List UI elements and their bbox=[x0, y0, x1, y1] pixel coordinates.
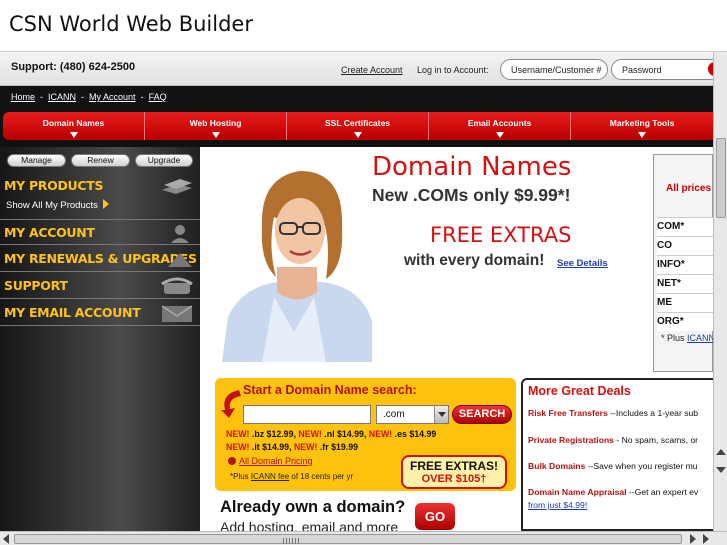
price-row: COM* bbox=[657, 217, 714, 236]
chevron-down-icon bbox=[638, 132, 647, 138]
home-link[interactable]: Home bbox=[11, 92, 35, 102]
chevron-down-icon bbox=[69, 132, 78, 138]
free-extras-badge[interactable]: FREE EXTRAS! OVER $105† bbox=[401, 455, 507, 489]
free-extras-title: FREE EXTRAS bbox=[430, 223, 572, 247]
deal-item[interactable]: Domain Name Appraisal --Get an expert ev bbox=[528, 487, 698, 497]
tld-select[interactable]: .com bbox=[376, 405, 449, 424]
tab-ssl-certificates[interactable]: SSL Certificates bbox=[287, 112, 430, 140]
password-input[interactable]: Password bbox=[611, 59, 721, 80]
chevron-down-icon bbox=[353, 132, 362, 138]
icann-fee-link[interactable]: ICANN fee bbox=[251, 472, 289, 481]
horizontal-scrollbar[interactable] bbox=[0, 531, 727, 545]
arrow-right-icon bbox=[102, 199, 109, 209]
sidebar-item-email[interactable]: MY EMAIL ACCOUNT bbox=[0, 300, 200, 326]
scroll-up-icon[interactable] bbox=[716, 449, 726, 455]
main-nav-tabs: Domain Names Web Hosting SSL Certificate… bbox=[3, 112, 713, 140]
icann-fee-note: *Plus ICANN fee of 18 cents per yr bbox=[230, 472, 354, 481]
sidebar-item-support[interactable]: SUPPORT bbox=[0, 273, 200, 299]
free-extras-subtitle: with every domain! bbox=[404, 252, 545, 269]
support-phone: Support: (480) 624-2500 bbox=[11, 61, 136, 73]
woman-photo bbox=[222, 171, 372, 362]
scroll-down-icon[interactable] bbox=[716, 467, 726, 473]
faq-link[interactable]: FAQ bbox=[149, 92, 167, 102]
renew-icon bbox=[168, 253, 192, 267]
server-icon bbox=[162, 179, 192, 194]
domain-search-box: Start a Domain Name search: .com SEARCH … bbox=[215, 378, 516, 491]
price-row: NET* bbox=[657, 274, 714, 293]
icann-link[interactable]: ICANN bbox=[48, 92, 76, 102]
vertical-scroll-thumb[interactable] bbox=[716, 138, 726, 218]
tld-promo-line: NEW! .it $14.99, NEW! .fr $19.99 bbox=[226, 442, 358, 452]
title-bar: CSN World Web Builder bbox=[0, 0, 727, 52]
browser-window: CSN World Web Builder Support: (480) 624… bbox=[0, 0, 727, 545]
tab-domain-names[interactable]: Domain Names bbox=[3, 112, 146, 140]
hero-subtitle: New .COMs only $9.99*! bbox=[372, 185, 571, 205]
chevron-down-icon bbox=[495, 132, 504, 138]
top-links: Home - ICANN - My Account - FAQ bbox=[11, 92, 167, 102]
renew-button[interactable]: Renew bbox=[71, 154, 130, 167]
curved-arrow-icon bbox=[221, 390, 241, 418]
vertical-scrollbar[interactable] bbox=[713, 52, 727, 531]
go-button[interactable]: GO bbox=[415, 503, 455, 530]
show-all-products-link[interactable]: Show All My Products bbox=[6, 199, 109, 211]
price-row: ME bbox=[657, 293, 714, 312]
all-domain-pricing-link[interactable]: All Domain Pricing bbox=[228, 456, 313, 466]
scroll-left-icon[interactable] bbox=[3, 534, 9, 544]
scroll-right-icon[interactable] bbox=[690, 534, 696, 544]
see-details-link[interactable]: See Details bbox=[557, 258, 608, 269]
deals-title: More Great Deals bbox=[528, 384, 631, 398]
tab-marketing-tools[interactable]: Marketing Tools bbox=[571, 112, 713, 140]
price-table: All prices COM* CO INFO* NET* ME ORG* * … bbox=[653, 154, 716, 372]
chevron-down-icon bbox=[211, 132, 220, 138]
tld-promo-line: NEW! .bz $12.99, NEW! .nl $14.99, NEW! .… bbox=[226, 429, 437, 439]
envelope-icon bbox=[161, 305, 193, 322]
hero-title: Domain Names bbox=[372, 152, 572, 182]
price-row: INFO* bbox=[657, 255, 714, 274]
deal-item[interactable]: Private Registrations - No spam, scams, … bbox=[528, 435, 698, 445]
more-deals-panel: More Great Deals Risk Free Transfers --I… bbox=[521, 378, 713, 531]
main-content: Domain Names New .COMs only $9.99*! FREE… bbox=[200, 147, 716, 531]
sidebar: Manage Renew Upgrade MY PRODUCTS Show Al… bbox=[0, 147, 200, 531]
price-row: CO bbox=[657, 236, 714, 255]
scroll-right-icon[interactable] bbox=[703, 534, 709, 544]
already-own-title: Already own a domain? bbox=[220, 498, 406, 516]
bullet-icon bbox=[228, 457, 236, 465]
sidebar-item-my-account[interactable]: MY ACCOUNT bbox=[0, 219, 200, 245]
price-header: All prices bbox=[666, 183, 712, 194]
create-account-link[interactable]: Create Account bbox=[341, 65, 403, 75]
grip-icon bbox=[283, 538, 301, 544]
appraisal-price-link[interactable]: from just $4.99! bbox=[528, 500, 587, 510]
sidebar-item-my-renewals[interactable]: MY RENEWALS & UPGRADES bbox=[0, 246, 200, 272]
username-input[interactable]: Username/Customer # bbox=[500, 59, 608, 80]
chevron-down-icon bbox=[434, 406, 448, 423]
tab-web-hosting[interactable]: Web Hosting bbox=[145, 112, 288, 140]
already-own-subtitle: Add hosting, email and more bbox=[220, 519, 399, 531]
my-account-link[interactable]: My Account bbox=[89, 92, 136, 102]
manage-button[interactable]: Manage bbox=[7, 154, 66, 167]
icann-footnote-link[interactable]: ICANN bbox=[687, 333, 715, 343]
window-title: CSN World Web Builder bbox=[9, 12, 253, 36]
price-row: ORG* bbox=[657, 312, 714, 331]
price-footnote: * Plus ICANN bbox=[661, 333, 716, 343]
person-icon bbox=[171, 225, 189, 243]
search-button[interactable]: SEARCH bbox=[452, 405, 512, 424]
tab-email-accounts[interactable]: Email Accounts bbox=[429, 112, 572, 140]
phone-icon bbox=[161, 277, 193, 294]
support-bar: Support: (480) 624-2500 Create Account L… bbox=[0, 52, 721, 86]
upgrade-button[interactable]: Upgrade bbox=[135, 154, 193, 167]
deal-item[interactable]: Bulk Domains --Save when you register mu bbox=[528, 461, 698, 471]
deal-item[interactable]: Risk Free Transfers --Includes a 1-year … bbox=[528, 408, 698, 418]
horizontal-scroll-thumb[interactable] bbox=[14, 534, 682, 544]
search-title: Start a Domain Name search: bbox=[243, 383, 417, 397]
domain-search-input[interactable] bbox=[243, 405, 371, 424]
sidebar-item-my-products[interactable]: MY PRODUCTS bbox=[0, 173, 200, 199]
login-label: Log in to Account: bbox=[417, 65, 489, 75]
